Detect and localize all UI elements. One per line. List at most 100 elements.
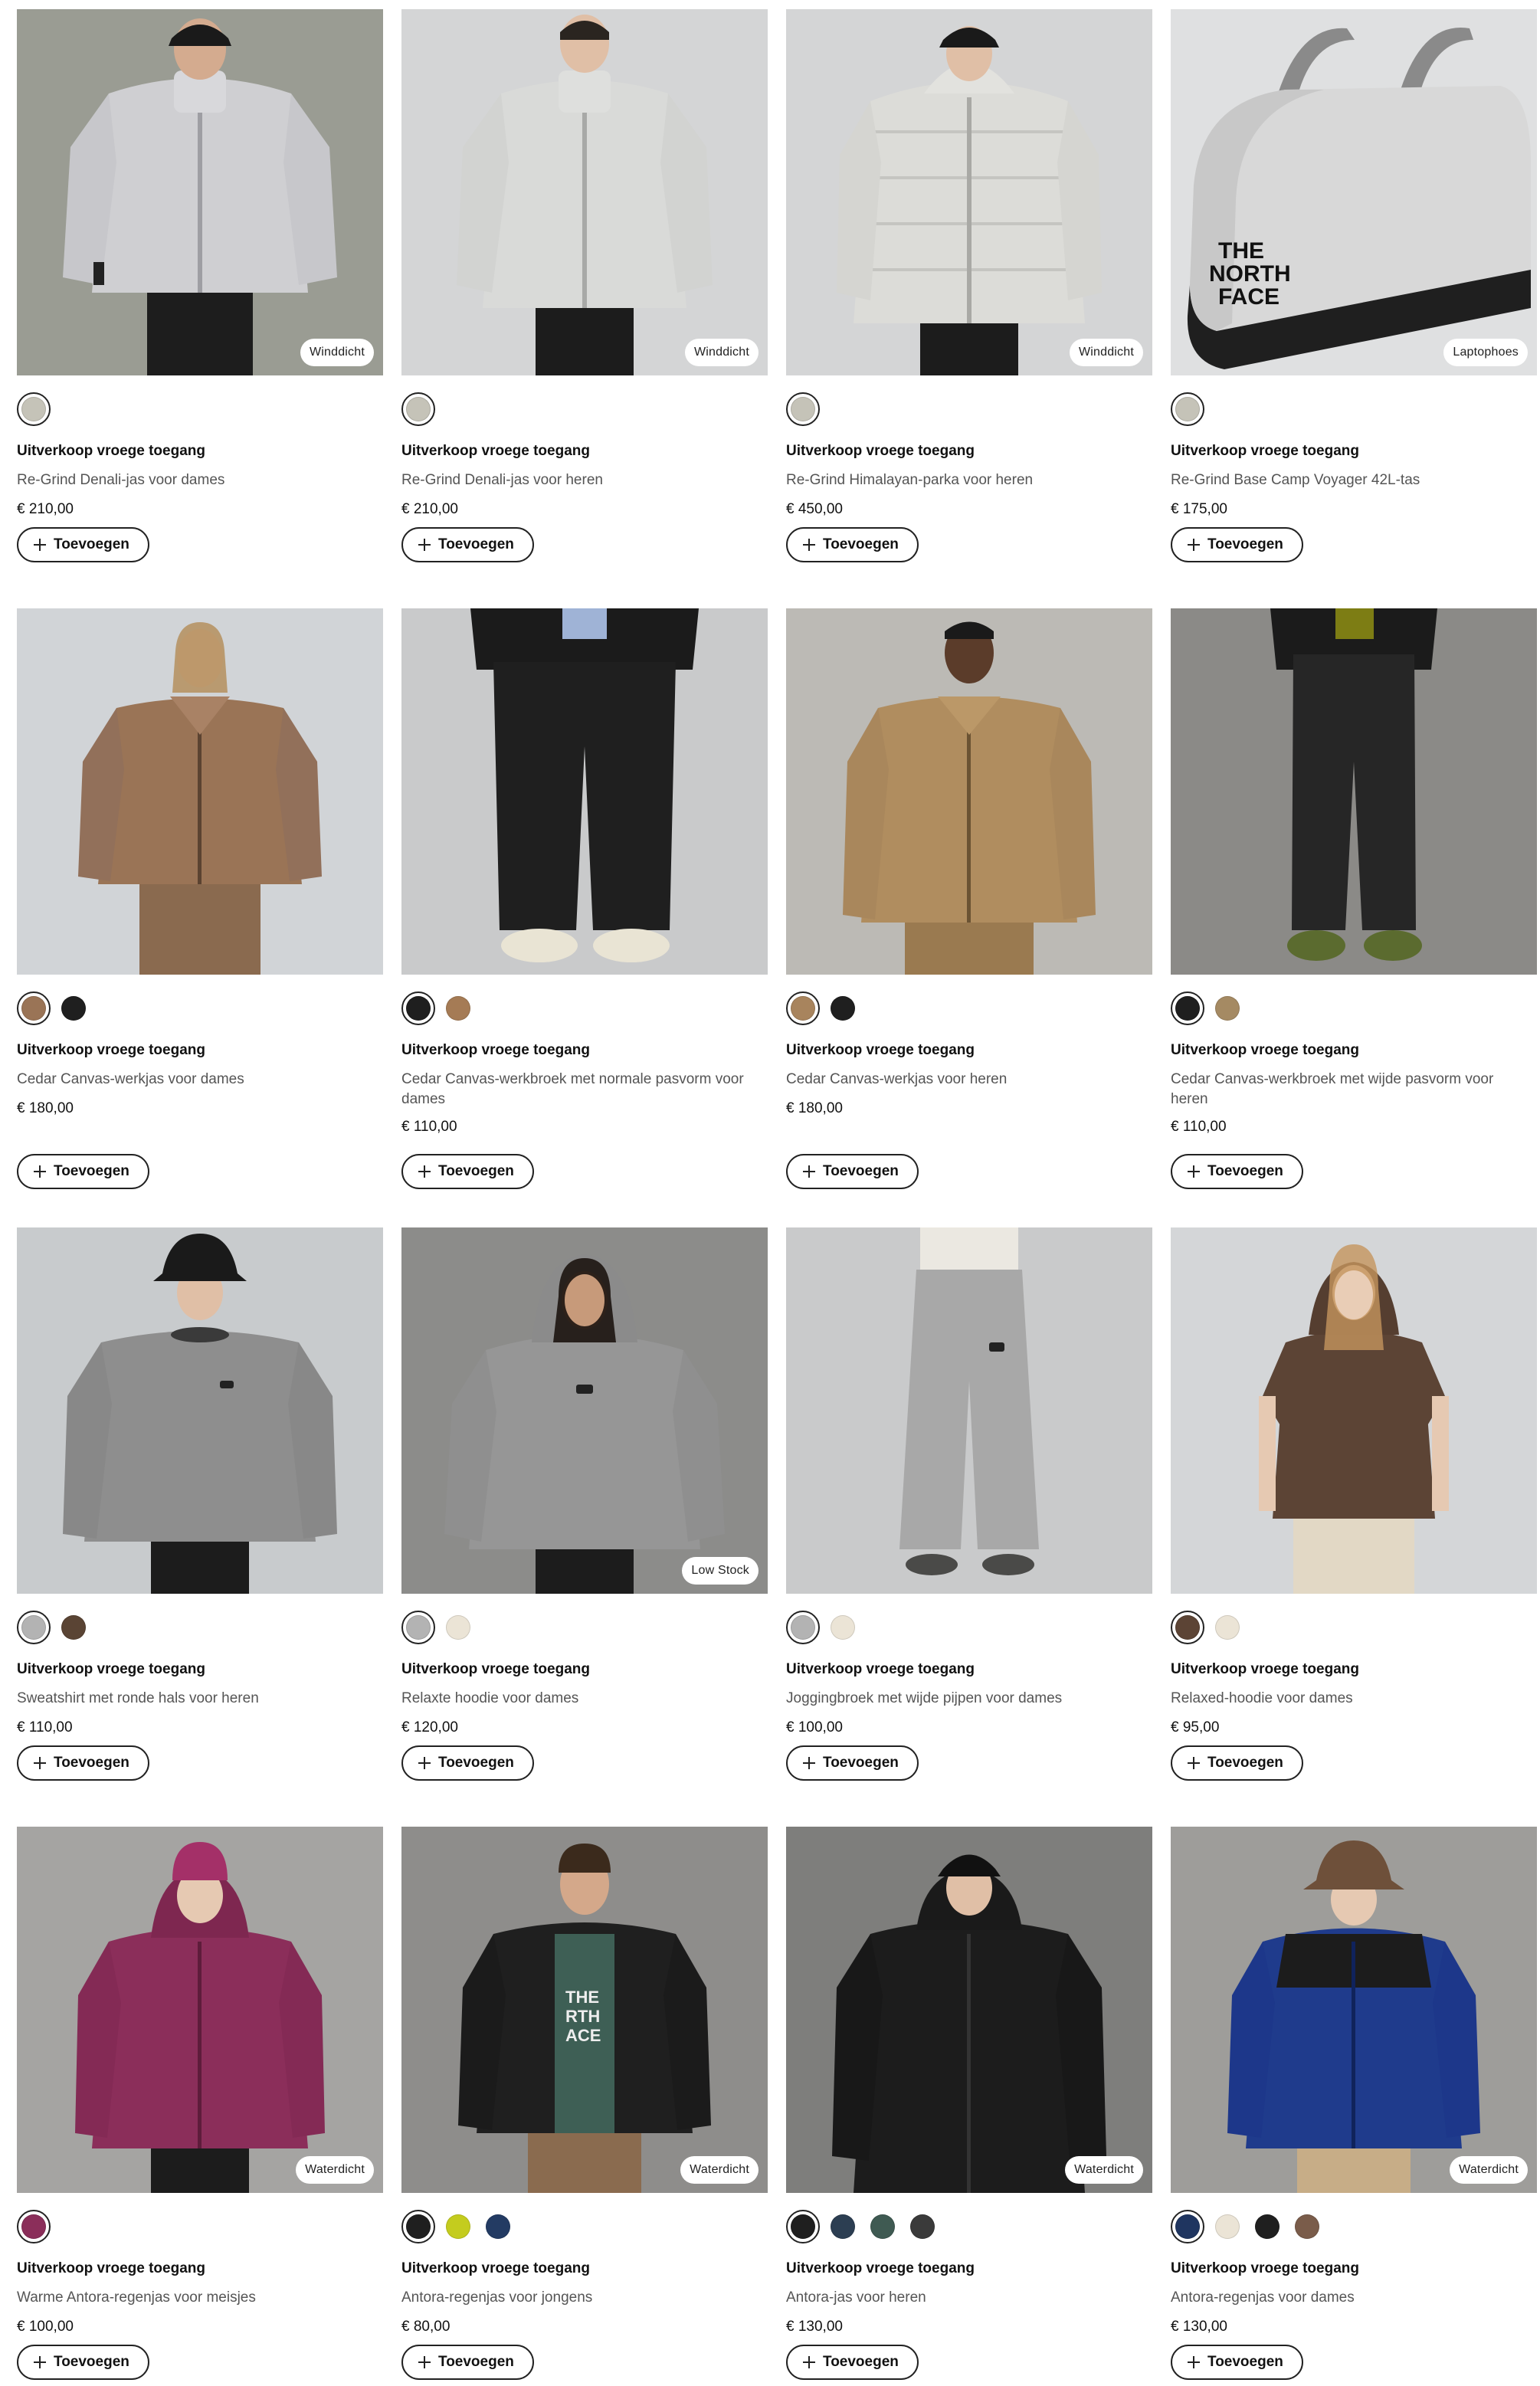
color-swatch[interactable] [57,1611,90,1644]
color-swatch[interactable] [906,2210,939,2243]
color-swatch-dot [21,1615,46,1640]
product-card[interactable]: Winddicht Uitverkoop vroege toegang Re-Gri… [786,9,1152,562]
color-swatch[interactable] [401,991,435,1025]
product-card[interactable]: Waterdicht Uitverkoop vroege toegang Antor… [1171,1827,1537,2380]
product-image[interactable] [1171,608,1537,975]
product-image[interactable]: Waterdicht [17,1827,383,2193]
add-to-cart-button[interactable]: Toevoegen [401,1154,534,1189]
color-swatch[interactable] [1171,2210,1204,2243]
color-swatch[interactable] [441,1611,475,1644]
product-image[interactable]: Winddicht [401,9,768,375]
product-name[interactable]: Relaxte hoodie voor dames [401,1689,762,1709]
product-name[interactable]: Relaxed-hoodie voor dames [1171,1689,1531,1709]
color-swatch[interactable] [481,2210,515,2243]
color-swatch[interactable] [826,991,860,1025]
color-swatch[interactable] [1211,991,1244,1025]
color-swatch[interactable] [1171,991,1204,1025]
add-to-cart-button[interactable]: Toevoegen [401,2345,534,2380]
color-swatch[interactable] [17,2210,51,2243]
product-card[interactable]: THE RTH ACE Waterdicht Uitverkoop vroege … [401,1827,768,2380]
product-card[interactable]: Uitverkoop vroege toegang Cedar Canvas-we… [1171,608,1537,1189]
product-card[interactable]: THE NORTH FACE Laptophoes Uitverkoop vroeg… [1171,9,1537,562]
add-to-cart-button[interactable]: Toevoegen [1171,527,1303,562]
product-image[interactable] [401,608,768,975]
color-swatch[interactable] [441,991,475,1025]
color-swatch[interactable] [1171,1611,1204,1644]
product-name[interactable]: Re-Grind Himalayan-parka voor heren [786,470,1146,490]
product-card[interactable]: Uitverkoop vroege toegang Cedar Canvas-we… [786,608,1152,1189]
color-swatch[interactable] [786,392,820,426]
color-swatch[interactable] [17,392,51,426]
product-image[interactable]: Waterdicht [1171,1827,1537,2193]
product-name[interactable]: Warme Antora-regenjas voor meisjes [17,2288,377,2308]
color-swatch[interactable] [786,1611,820,1644]
color-swatch[interactable] [17,1611,51,1644]
product-card[interactable]: Winddicht Uitverkoop vroege toegang Re-Gri… [401,9,768,562]
add-to-cart-button[interactable]: Toevoegen [786,527,919,562]
product-card[interactable]: Uitverkoop vroege toegang Cedar Canvas-we… [401,608,768,1189]
product-card[interactable]: Waterdicht Uitverkoop vroege toegang Antor… [786,1827,1152,2380]
product-card[interactable]: Uitverkoop vroege toegang Cedar Canvas-we… [17,608,383,1189]
color-swatch[interactable] [1211,1611,1244,1644]
product-name[interactable]: Antora-jas voor heren [786,2288,1146,2308]
add-to-cart-button[interactable]: Toevoegen [17,1154,149,1189]
product-name[interactable]: Cedar Canvas-werkbroek met wijde pasvorm… [1171,1070,1531,1109]
product-card[interactable]: Uitverkoop vroege toegang Relaxed-hoodie … [1171,1227,1537,1781]
product-card[interactable]: Low Stock Uitverkoop vroege toegang Relaxt… [401,1227,768,1781]
add-to-cart-button[interactable]: Toevoegen [1171,1745,1303,1781]
add-to-cart-button[interactable]: Toevoegen [1171,2345,1303,2380]
product-name[interactable]: Cedar Canvas-werkjas voor heren [786,1070,1146,1090]
product-card[interactable]: Winddicht Uitverkoop vroege toegang Re-Gri… [17,9,383,562]
add-to-cart-button[interactable]: Toevoegen [17,2345,149,2380]
boy-black-rain-jacket-image: THE RTH ACE [401,1827,768,2193]
color-swatch[interactable] [401,1611,435,1644]
product-price: € 130,00 [786,2319,843,2335]
color-swatch[interactable] [826,1611,860,1644]
product-name[interactable]: Antora-regenjas voor jongens [401,2288,762,2308]
add-to-cart-button[interactable]: Toevoegen [786,1745,919,1781]
color-swatch[interactable] [826,2210,860,2243]
color-swatch[interactable] [1211,2210,1244,2243]
product-name[interactable]: Sweatshirt met ronde hals voor heren [17,1689,377,1709]
product-image[interactable] [17,1227,383,1594]
add-to-cart-button[interactable]: Toevoegen [17,1745,149,1781]
product-name[interactable]: Re-Grind Denali-jas voor dames [17,470,377,490]
product-image[interactable]: Winddicht [786,9,1152,375]
color-swatch[interactable] [401,392,435,426]
add-to-cart-button[interactable]: Toevoegen [1171,1154,1303,1189]
color-swatch[interactable] [1171,392,1204,426]
product-image[interactable]: Low Stock [401,1227,768,1594]
color-swatch[interactable] [786,2210,820,2243]
add-to-cart-button[interactable]: Toevoegen [786,1154,919,1189]
color-swatch[interactable] [401,2210,435,2243]
add-to-cart-button[interactable]: Toevoegen [786,2345,919,2380]
product-image[interactable] [1171,1227,1537,1594]
product-card[interactable]: Uitverkoop vroege toegang Joggingbroek me… [786,1227,1152,1781]
color-swatch[interactable] [441,2210,475,2243]
product-price: € 180,00 [17,1100,74,1116]
product-name[interactable]: Joggingbroek met wijde pijpen voor dames [786,1689,1146,1709]
color-swatch[interactable] [1250,2210,1284,2243]
product-name[interactable]: Cedar Canvas-werkjas voor dames [17,1070,377,1090]
add-to-cart-button[interactable]: Toevoegen [401,1745,534,1781]
product-image[interactable] [786,1227,1152,1594]
product-image[interactable]: THE RTH ACE Waterdicht [401,1827,768,2193]
color-swatch[interactable] [17,991,51,1025]
color-swatch[interactable] [786,991,820,1025]
product-card[interactable]: Uitverkoop vroege toegang Sweatshirt met … [17,1227,383,1781]
add-to-cart-button[interactable]: Toevoegen [401,527,534,562]
product-name[interactable]: Antora-regenjas voor dames [1171,2288,1531,2308]
product-name[interactable]: Re-Grind Base Camp Voyager 42L-tas [1171,470,1531,490]
product-image[interactable] [17,608,383,975]
product-card[interactable]: Waterdicht Uitverkoop vroege toegang Warme… [17,1827,383,2380]
product-image[interactable] [786,608,1152,975]
product-image[interactable]: Winddicht [17,9,383,375]
color-swatch[interactable] [1290,2210,1324,2243]
color-swatch[interactable] [866,2210,899,2243]
add-to-cart-button[interactable]: Toevoegen [17,527,149,562]
product-image[interactable]: THE NORTH FACE Laptophoes [1171,9,1537,375]
product-name[interactable]: Cedar Canvas-werkbroek met normale pasvo… [401,1070,762,1109]
product-name[interactable]: Re-Grind Denali-jas voor heren [401,470,762,490]
color-swatch[interactable] [57,991,90,1025]
product-image[interactable]: Waterdicht [786,1827,1152,2193]
